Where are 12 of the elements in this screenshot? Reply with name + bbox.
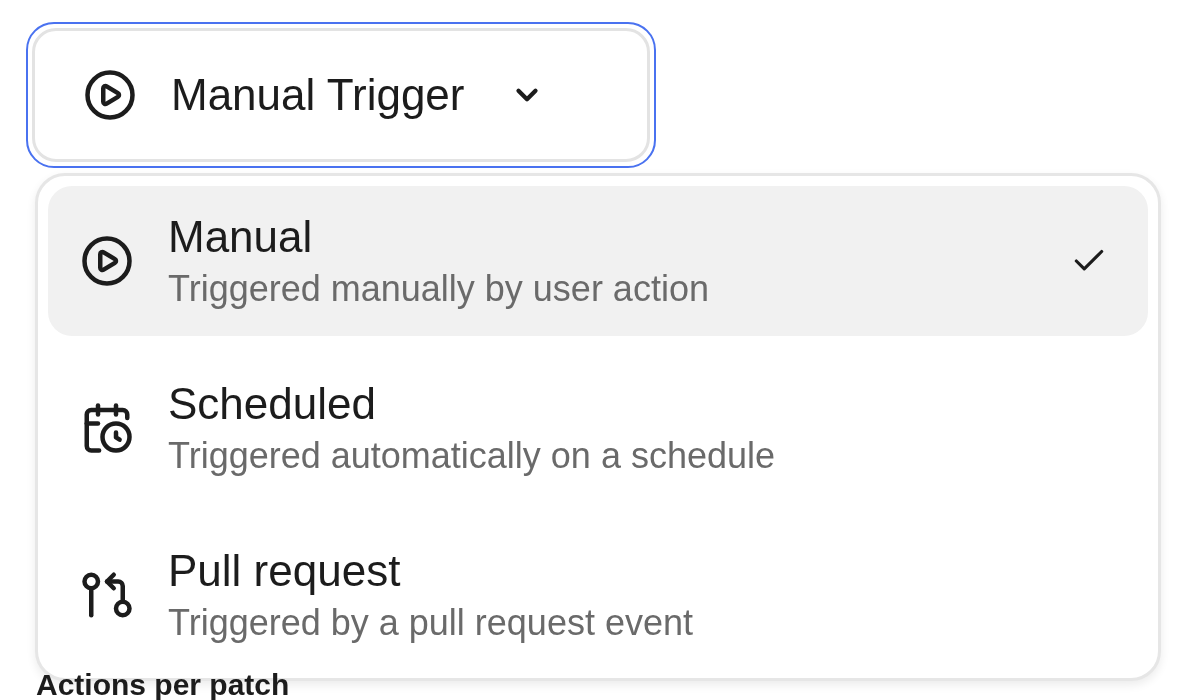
play-circle-icon [80, 234, 134, 288]
option-description: Triggered manually by user action [168, 267, 709, 311]
option-title: Manual [168, 211, 313, 263]
option-description: Triggered by a pull request event [168, 601, 693, 645]
menu-option[interactable]: Manual Triggered manually by user action [48, 186, 1148, 336]
option-description: Triggered automatically on a schedule [168, 434, 775, 478]
menu-option[interactable]: Pull request Triggered by a pull request event [48, 520, 1148, 670]
menu-option[interactable]: Scheduled Triggered automatically on a schedule [48, 353, 1148, 503]
option-title: Pull request [168, 545, 401, 597]
play-circle-icon [83, 68, 137, 122]
option-title: Scheduled [168, 378, 376, 430]
trigger-dropdown[interactable]: Manual Trigger [26, 22, 656, 168]
